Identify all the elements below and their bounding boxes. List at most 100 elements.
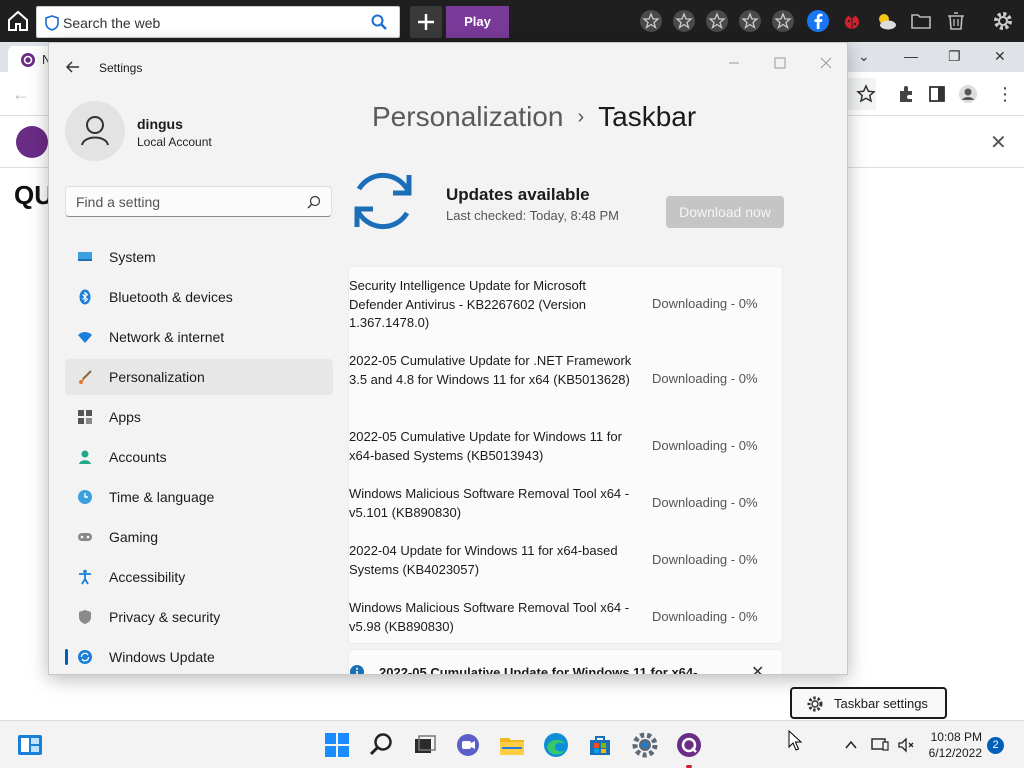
update-name: Windows Malicious Software Removal Tool … — [349, 600, 630, 634]
windows-update-icon — [78, 650, 92, 664]
nav-item-apps[interactable]: Apps — [65, 399, 333, 435]
star-icon[interactable] — [771, 9, 795, 33]
breadcrumb-parent[interactable]: Personalization — [372, 101, 563, 132]
update-name: 2022-05 Cumulative Update for Windows 11… — [349, 429, 622, 463]
browser-tab[interactable]: N — [8, 46, 52, 72]
nav-label: Bluetooth & devices — [109, 289, 233, 305]
app-logo-icon[interactable] — [675, 731, 703, 759]
chat-icon[interactable] — [454, 731, 482, 759]
star-icon[interactable] — [738, 9, 762, 33]
minimize-icon[interactable]: — — [904, 48, 918, 64]
system-icon — [78, 252, 92, 261]
bluetooth-icon — [79, 289, 91, 305]
volume-muted-icon[interactable] — [897, 736, 915, 754]
add-button[interactable] — [410, 6, 442, 38]
search-icon[interactable] — [367, 731, 395, 759]
close-icon[interactable]: ✕ — [994, 48, 1006, 65]
info-icon — [350, 665, 364, 674]
back-arrow-icon[interactable] — [63, 57, 83, 77]
back-arrow-icon[interactable]: ← — [12, 84, 30, 105]
profile-icon[interactable] — [958, 84, 978, 104]
taskbar-settings-tooltip[interactable]: Taskbar settings — [790, 687, 947, 719]
sync-icon — [354, 172, 412, 230]
find-setting-input[interactable] — [76, 192, 301, 212]
nav-label: Privacy & security — [109, 609, 221, 625]
settings-window: Settings dingus Local Account System Blu… — [48, 42, 848, 675]
nav-item-system[interactable]: System — [65, 239, 333, 275]
nav-item-network[interactable]: Network & internet — [65, 319, 333, 355]
system-clock[interactable]: 10:08 PM 6/12/2022 — [924, 729, 982, 761]
home-icon[interactable] — [6, 9, 30, 33]
close-icon[interactable]: ✕ — [990, 130, 1007, 155]
extensions-puzzle-icon[interactable] — [896, 84, 916, 104]
update-status: Downloading - 0% — [652, 371, 758, 386]
weather-icon[interactable] — [874, 9, 898, 33]
web-search-input[interactable] — [63, 11, 363, 35]
gamepad-icon — [78, 533, 92, 541]
play-button[interactable]: Play — [446, 6, 509, 38]
download-now-button[interactable]: Download now — [666, 196, 784, 228]
chevron-up-icon[interactable] — [844, 738, 858, 752]
breadcrumb: Personalization › Taskbar — [372, 101, 696, 133]
update-name: Security Intelligence Update for Microso… — [349, 278, 587, 330]
display-icon[interactable] — [871, 736, 889, 754]
facebook-icon[interactable] — [806, 9, 830, 33]
search-icon[interactable] — [307, 195, 321, 209]
nav-item-time-language[interactable]: Time & language — [65, 479, 333, 515]
nav-item-gaming[interactable]: Gaming — [65, 519, 333, 555]
close-icon[interactable] — [811, 51, 841, 75]
app-title: Settings — [99, 61, 143, 75]
star-icon[interactable] — [672, 9, 696, 33]
mouse-cursor-icon — [788, 730, 803, 751]
site-logo-icon — [16, 126, 48, 158]
clock-time: 10:08 PM — [930, 730, 982, 744]
plus-icon — [418, 14, 434, 30]
notice-text: 2022-05 Cumulative Update for Windows 11… — [379, 665, 698, 675]
accessibility-icon — [79, 569, 91, 585]
settings-app-icon[interactable] — [631, 731, 659, 759]
star-icon[interactable] — [639, 9, 663, 33]
nav-label: Windows Update — [109, 649, 215, 665]
chevron-down-icon[interactable]: ⌄ — [858, 48, 870, 65]
update-status: Downloading - 0% — [652, 438, 758, 453]
trash-icon[interactable] — [944, 9, 968, 33]
folder-icon[interactable] — [909, 9, 933, 33]
nav-item-windows-update[interactable]: Windows Update — [65, 639, 333, 674]
notification-badge[interactable]: 2 — [987, 737, 1004, 754]
last-checked: Last checked: Today, 8:48 PM — [446, 208, 619, 223]
minimize-icon[interactable] — [719, 51, 749, 75]
person-icon — [79, 450, 91, 464]
clock-date: 6/12/2022 — [928, 746, 982, 760]
file-explorer-icon[interactable] — [498, 731, 526, 759]
update-name: Windows Malicious Software Removal Tool … — [349, 486, 630, 520]
nav-item-personalization[interactable]: Personalization — [65, 359, 333, 395]
web-search-box[interactable] — [36, 6, 400, 38]
search-icon[interactable] — [371, 14, 387, 30]
windows-start-icon[interactable] — [323, 731, 351, 759]
nav-item-accounts[interactable]: Accounts — [65, 439, 333, 475]
update-status: Downloading - 0% — [652, 296, 758, 311]
ladybug-icon[interactable] — [840, 9, 864, 33]
user-profile[interactable]: dingus Local Account — [65, 101, 335, 165]
nav-item-bluetooth[interactable]: Bluetooth & devices — [65, 279, 333, 315]
maximize-icon[interactable] — [765, 51, 795, 75]
find-setting-box[interactable] — [65, 186, 332, 217]
nav-item-privacy-security[interactable]: Privacy & security — [65, 599, 333, 635]
close-icon[interactable]: ✕ — [751, 662, 764, 674]
menu-dots-icon[interactable]: ⋮ — [996, 84, 1016, 104]
update-list: Security Intelligence Update for Microso… — [348, 266, 783, 644]
nav-item-accessibility[interactable]: Accessibility — [65, 559, 333, 595]
star-icon[interactable] — [705, 9, 729, 33]
edge-browser-icon[interactable] — [542, 731, 570, 759]
widgets-icon[interactable] — [16, 731, 44, 759]
shield-icon — [45, 15, 59, 31]
update-status: Downloading - 0% — [652, 609, 758, 624]
nav-label: Personalization — [109, 369, 205, 385]
restore-icon[interactable]: ❐ — [948, 48, 961, 65]
side-panel-icon[interactable] — [927, 84, 947, 104]
breadcrumb-separator: › — [577, 106, 585, 128]
bookmark-star-icon[interactable] — [856, 84, 876, 104]
task-view-icon[interactable] — [410, 731, 438, 759]
store-icon[interactable] — [586, 731, 614, 759]
gear-icon[interactable] — [991, 9, 1015, 33]
